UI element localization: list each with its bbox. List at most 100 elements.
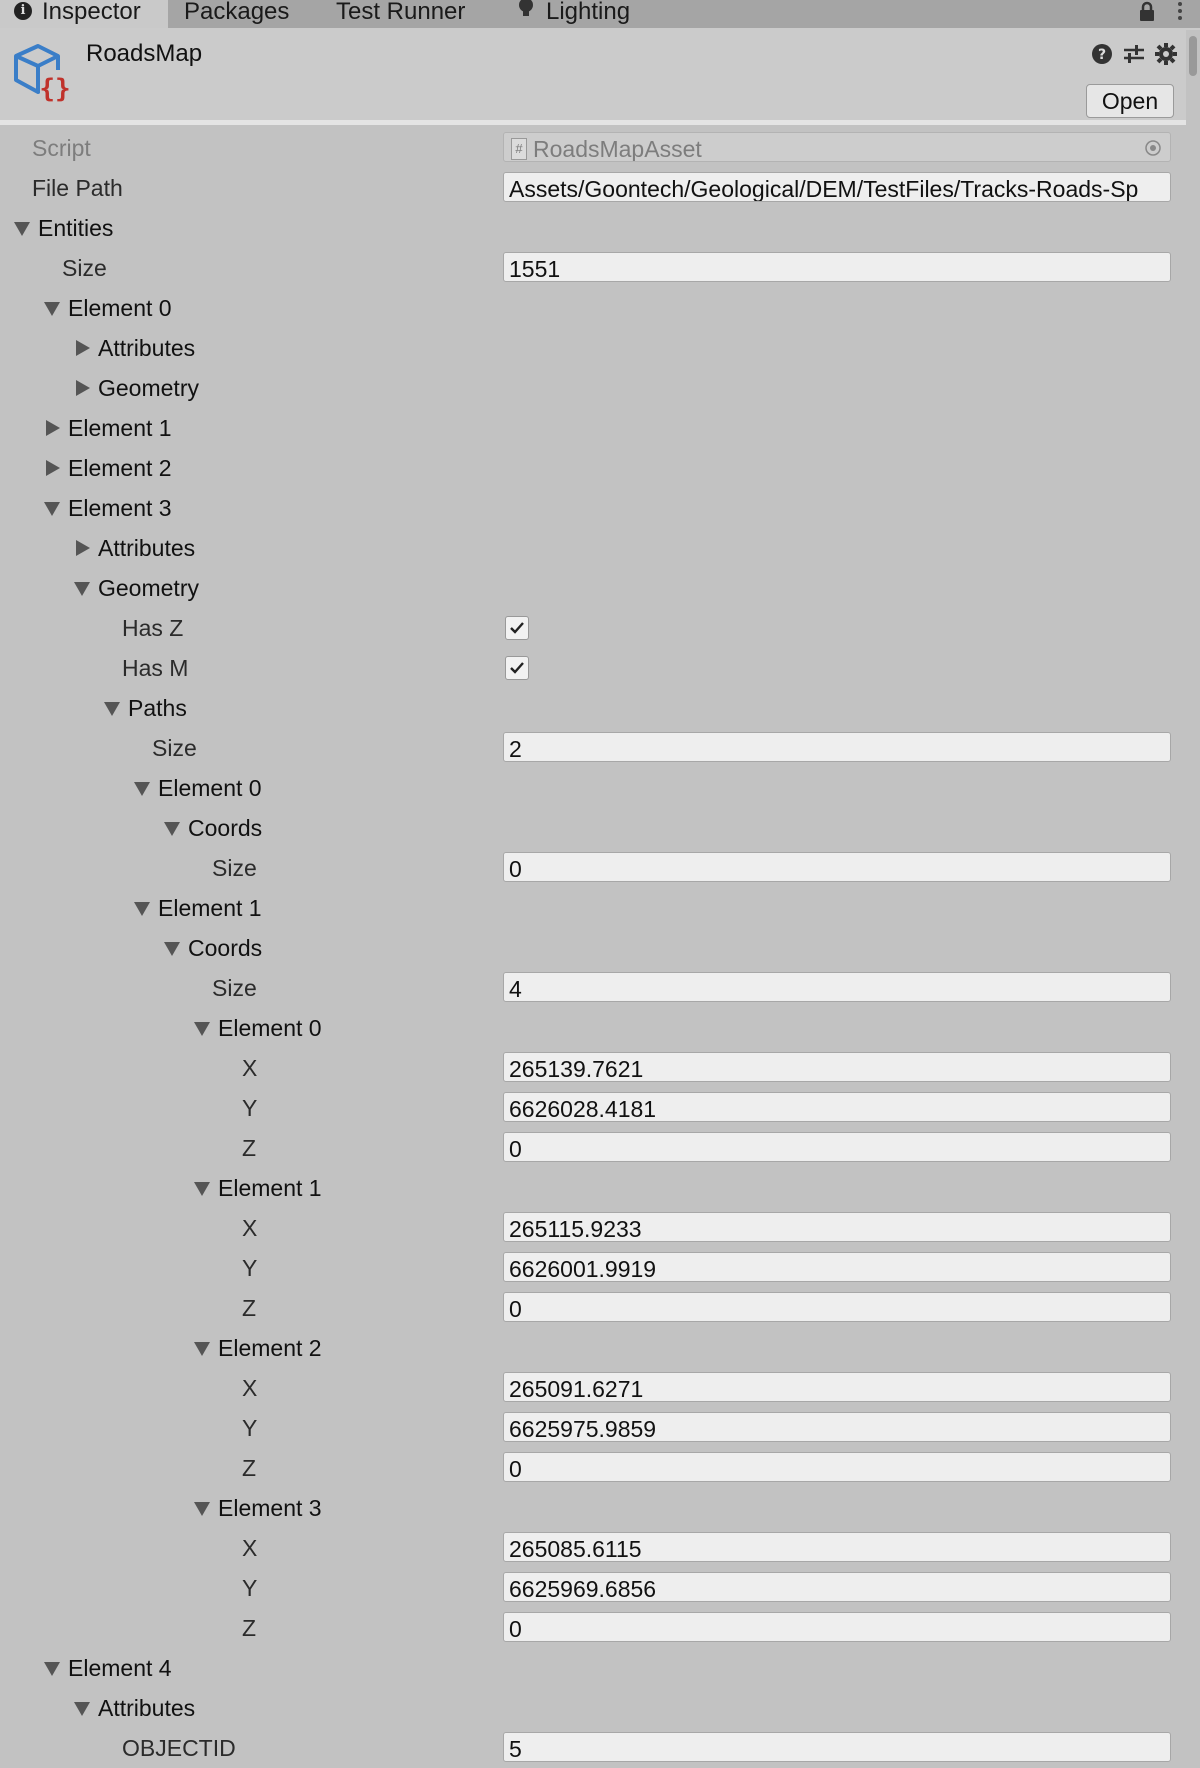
coord-1-y-field[interactable]: 6626001.9919 <box>503 1252 1171 1282</box>
foldout-expanded-icon[interactable] <box>14 222 30 236</box>
coord-element-1-foldout[interactable]: Element 1 <box>0 1168 1186 1208</box>
foldout-expanded-icon[interactable] <box>164 822 180 836</box>
foldout-collapsed-icon[interactable] <box>76 540 90 556</box>
script-field[interactable]: # RoadsMapAsset <box>503 132 1171 162</box>
coord-1-z-row: Z 0 <box>0 1288 1186 1328</box>
paths-foldout[interactable]: Paths <box>0 688 1186 728</box>
coord-2-y-field[interactable]: 6625975.9859 <box>503 1412 1171 1442</box>
coord-3-y-field[interactable]: 6625969.6856 <box>503 1572 1171 1602</box>
coord-element-2-foldout[interactable]: Element 2 <box>0 1328 1186 1368</box>
path-0-coords-foldout[interactable]: Coords <box>0 808 1186 848</box>
attributes-label: Attributes <box>98 1695 196 1721</box>
inspector-scrollbar[interactable] <box>1186 30 1200 1754</box>
coord-0-y-field[interactable]: 6626028.4181 <box>503 1092 1171 1122</box>
geometry-label: Geometry <box>98 375 199 401</box>
coord-0-x-field[interactable]: 265139.7621 <box>503 1052 1171 1082</box>
entities-size-row: Size 1551 <box>0 248 1186 288</box>
entities-label: Entities <box>38 215 114 241</box>
tab-test-runner[interactable]: Test Runner <box>322 0 502 28</box>
y-label: Y <box>242 1255 258 1281</box>
entity-element-3-foldout[interactable]: Element 3 <box>0 488 1186 528</box>
coords-size-label: Size <box>212 855 257 881</box>
presets-icon[interactable] <box>1122 42 1146 66</box>
foldout-expanded-icon[interactable] <box>134 902 150 916</box>
object-picker-icon[interactable] <box>1144 139 1162 157</box>
element-4-attributes-foldout[interactable]: Attributes <box>0 1688 1186 1728</box>
script-file-icon: # <box>511 137 527 160</box>
coord-element-3-foldout[interactable]: Element 3 <box>0 1488 1186 1528</box>
scrollbar-thumb[interactable] <box>1189 36 1197 76</box>
coord-1-x-row: X 265115.9233 <box>0 1208 1186 1248</box>
entity-element-2-foldout[interactable]: Element 2 <box>0 448 1186 488</box>
coord-3-z-field[interactable]: 0 <box>503 1612 1171 1642</box>
path-1-coords-size-field[interactable]: 4 <box>503 972 1171 1002</box>
has-m-checkbox[interactable] <box>505 656 529 680</box>
foldout-expanded-icon[interactable] <box>74 1702 90 1716</box>
path-element-1-foldout[interactable]: Element 1 <box>0 888 1186 928</box>
lock-icon[interactable] <box>1136 0 1158 28</box>
tab-lighting[interactable]: Lighting <box>502 0 662 28</box>
element-3-attributes-foldout[interactable]: Attributes <box>0 528 1186 568</box>
coord-2-x-row: X 265091.6271 <box>0 1368 1186 1408</box>
coord-1-x-field[interactable]: 265115.9233 <box>503 1212 1171 1242</box>
path-1-coords-foldout[interactable]: Coords <box>0 928 1186 968</box>
paths-size-field[interactable]: 2 <box>503 732 1171 762</box>
coord-3-x-field[interactable]: 265085.6115 <box>503 1532 1171 1562</box>
objectid-field[interactable]: 5 <box>503 1732 1171 1762</box>
foldout-expanded-icon[interactable] <box>134 782 150 796</box>
coord-element-0-foldout[interactable]: Element 0 <box>0 1008 1186 1048</box>
entity-element-1-foldout[interactable]: Element 1 <box>0 408 1186 448</box>
scriptable-object-icon: {} <box>12 42 72 104</box>
x-label: X <box>242 1215 258 1241</box>
coord-0-z-row: Z 0 <box>0 1128 1186 1168</box>
coord-0-z-field[interactable]: 0 <box>503 1132 1171 1162</box>
foldout-collapsed-icon[interactable] <box>76 340 90 356</box>
help-icon[interactable]: ? <box>1090 42 1114 66</box>
entity-element-2-label: Element 2 <box>68 455 172 481</box>
foldout-expanded-icon[interactable] <box>44 302 60 316</box>
foldout-expanded-icon[interactable] <box>194 1502 210 1516</box>
tab-packages[interactable]: Packages <box>170 0 322 28</box>
path-1-coords-size-row: Size 4 <box>0 968 1186 1008</box>
file-path-field[interactable]: Assets/Goontech/Geological/DEM/TestFiles… <box>503 172 1171 202</box>
geometry-label: Geometry <box>98 575 199 601</box>
gear-icon[interactable] <box>1154 42 1178 66</box>
tab-packages-label: Packages <box>184 0 290 25</box>
entities-size-field[interactable]: 1551 <box>503 252 1171 282</box>
more-options-icon[interactable] <box>1170 0 1190 28</box>
tab-lighting-label: Lighting <box>546 0 631 25</box>
entity-element-4-foldout[interactable]: Element 4 <box>0 1648 1186 1688</box>
file-path-label: File Path <box>32 175 123 201</box>
has-z-row: Has Z <box>0 608 1186 648</box>
foldout-collapsed-icon[interactable] <box>76 380 90 396</box>
coord-1-y-row: Y 6626001.9919 <box>0 1248 1186 1288</box>
foldout-expanded-icon[interactable] <box>74 582 90 596</box>
x-label: X <box>242 1375 258 1401</box>
path-element-0-foldout[interactable]: Element 0 <box>0 768 1186 808</box>
coords-label: Coords <box>188 935 263 961</box>
open-button[interactable]: Open <box>1086 84 1174 118</box>
coord-2-z-field[interactable]: 0 <box>503 1452 1171 1482</box>
coord-2-x-field[interactable]: 265091.6271 <box>503 1372 1171 1402</box>
foldout-expanded-icon[interactable] <box>104 702 120 716</box>
path-0-coords-size-field[interactable]: 0 <box>503 852 1171 882</box>
element-0-attributes-foldout[interactable]: Attributes <box>0 328 1186 368</box>
has-z-checkbox[interactable] <box>505 616 529 640</box>
script-label: Script <box>32 135 91 161</box>
coord-1-z-field[interactable]: 0 <box>503 1292 1171 1322</box>
element-3-geometry-foldout[interactable]: Geometry <box>0 568 1186 608</box>
foldout-collapsed-icon[interactable] <box>46 420 60 436</box>
has-m-row: Has M <box>0 648 1186 688</box>
foldout-expanded-icon[interactable] <box>44 1662 60 1676</box>
element-0-geometry-foldout[interactable]: Geometry <box>0 368 1186 408</box>
entity-element-0-foldout[interactable]: Element 0 <box>0 288 1186 328</box>
tab-inspector[interactable]: i Inspector <box>0 0 168 28</box>
entities-size-label: Size <box>62 255 107 281</box>
foldout-expanded-icon[interactable] <box>194 1022 210 1036</box>
foldout-collapsed-icon[interactable] <box>46 460 60 476</box>
foldout-expanded-icon[interactable] <box>194 1342 210 1356</box>
foldout-expanded-icon[interactable] <box>164 942 180 956</box>
entities-foldout[interactable]: Entities <box>0 208 1186 248</box>
foldout-expanded-icon[interactable] <box>44 502 60 516</box>
foldout-expanded-icon[interactable] <box>194 1182 210 1196</box>
